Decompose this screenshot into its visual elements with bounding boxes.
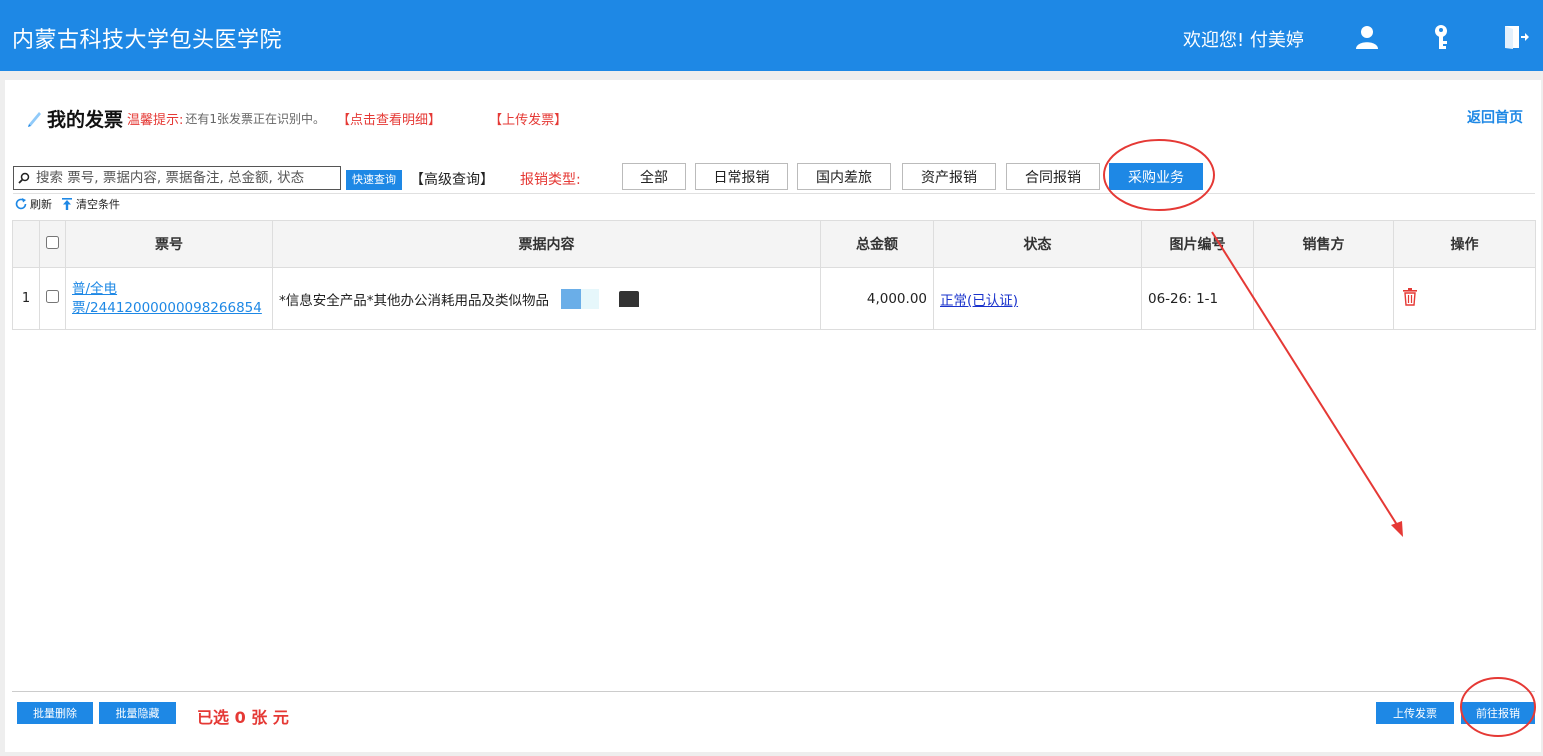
redacted-block bbox=[581, 288, 599, 309]
row-index: 1 bbox=[12, 267, 40, 330]
image-no-cell: 06-26: 1-1 bbox=[1141, 267, 1254, 330]
welcome-text: 欢迎您! 付美婷 bbox=[1183, 30, 1304, 51]
content-text: *信息安全产品*其他办公消耗用品及类似物品 bbox=[279, 292, 549, 309]
page-title: 我的发票 bbox=[47, 108, 124, 131]
tip-label: 温馨提示: bbox=[127, 112, 184, 128]
actions-cell bbox=[1393, 267, 1536, 330]
main-panel: 我的发票 温馨提示: 还有1张发票正在识别中。 【点击查看明细】 【上传发票】 … bbox=[5, 80, 1541, 752]
clear-conditions-button[interactable]: 清空条件 bbox=[60, 196, 120, 212]
batch-hide-button[interactable]: 批量隐藏 bbox=[99, 702, 176, 724]
title-row: 我的发票 温馨提示: 还有1张发票正在识别中。 【点击查看明细】 【上传发票】 bbox=[25, 105, 567, 131]
reimburse-type-label: 报销类型: bbox=[520, 172, 581, 188]
seller-cell bbox=[1253, 267, 1394, 330]
col-select-all bbox=[39, 220, 66, 268]
advanced-query-link[interactable]: 【高级查询】 bbox=[410, 169, 494, 189]
clear-label: 清空条件 bbox=[76, 198, 120, 211]
type-procurement-button[interactable]: 采购业务 bbox=[1109, 163, 1203, 190]
col-status[interactable]: 状态 bbox=[933, 220, 1142, 268]
col-invoice-no[interactable]: 票号 bbox=[65, 220, 273, 268]
search-input[interactable] bbox=[36, 170, 336, 186]
delete-icon[interactable] bbox=[1402, 287, 1418, 306]
refresh-label: 刷新 bbox=[30, 198, 52, 211]
status-cell: 正常(已认证) bbox=[933, 267, 1142, 330]
col-actions: 操作 bbox=[1393, 220, 1536, 268]
type-all-button[interactable]: 全部 bbox=[622, 163, 686, 190]
type-daily-button[interactable]: 日常报销 bbox=[695, 163, 788, 190]
col-index bbox=[12, 220, 40, 268]
pen-icon bbox=[25, 108, 45, 128]
invoice-no-link-line1[interactable]: 普/全电 bbox=[72, 280, 272, 299]
logout-icon[interactable] bbox=[1503, 24, 1529, 50]
tip-text: 还有1张发票正在识别中。 bbox=[185, 111, 326, 126]
clear-icon bbox=[62, 198, 72, 210]
status-link[interactable]: 正常(已认证) bbox=[940, 293, 1018, 309]
table-header-row: 票号 票据内容 总金额 状态 图片编号 销售方 操作 bbox=[12, 220, 1536, 268]
type-asset-button[interactable]: 资产报销 bbox=[902, 163, 996, 190]
refresh-icon bbox=[15, 198, 27, 210]
amount-cell: 4,000.00 bbox=[820, 267, 934, 330]
brand-title: 内蒙古科技大学包头医学院 bbox=[12, 28, 283, 53]
folder-icon[interactable] bbox=[619, 290, 639, 307]
col-amount[interactable]: 总金额 bbox=[820, 220, 934, 268]
back-home-link[interactable]: 返回首页 bbox=[1467, 107, 1523, 127]
goto-reimburse-button[interactable]: 前往报销 bbox=[1461, 702, 1535, 724]
content-cell: *信息安全产品*其他办公消耗用品及类似物品 bbox=[272, 267, 821, 330]
top-bar: 内蒙古科技大学包头医学院 欢迎您! 付美婷 bbox=[0, 0, 1543, 71]
selected-summary: 已选 0 张 元 bbox=[197, 708, 289, 727]
search-box bbox=[13, 166, 341, 190]
select-all-checkbox[interactable] bbox=[46, 235, 59, 249]
type-contract-button[interactable]: 合同报销 bbox=[1006, 163, 1100, 190]
footer-divider bbox=[12, 691, 1535, 692]
batch-delete-button[interactable]: 批量删除 bbox=[17, 702, 93, 724]
key-icon[interactable] bbox=[1428, 24, 1454, 50]
row-checkbox[interactable] bbox=[46, 290, 59, 303]
filter-divider bbox=[13, 193, 1535, 194]
refresh-button[interactable]: 刷新 bbox=[14, 196, 52, 212]
row-select-cell bbox=[39, 267, 66, 330]
search-icon bbox=[18, 172, 30, 184]
col-seller[interactable]: 销售方 bbox=[1253, 220, 1394, 268]
col-content[interactable]: 票据内容 bbox=[272, 220, 821, 268]
type-domestic-travel-button[interactable]: 国内差旅 bbox=[797, 163, 891, 190]
col-image-no[interactable]: 图片编号 bbox=[1141, 220, 1254, 268]
user-icon[interactable] bbox=[1354, 24, 1380, 50]
upload-invoice-link[interactable]: 【上传发票】 bbox=[489, 109, 567, 128]
invoice-table: 票号 票据内容 总金额 状态 图片编号 销售方 操作 1 普/全电 票/2441… bbox=[12, 220, 1536, 330]
invoice-no-cell: 普/全电 票/24412000000098266854 bbox=[65, 267, 273, 330]
upload-invoice-button[interactable]: 上传发票 bbox=[1376, 702, 1454, 724]
invoice-no-link-line2[interactable]: 票/24412000000098266854 bbox=[72, 299, 272, 318]
redacted-block bbox=[561, 288, 581, 309]
view-detail-link[interactable]: 【点击查看明细】 bbox=[337, 109, 441, 128]
toolbar: 刷新 清空条件 bbox=[14, 196, 128, 212]
quick-query-button[interactable]: 快速查询 bbox=[346, 170, 402, 190]
table-row: 1 普/全电 票/24412000000098266854 *信息安全产品*其他… bbox=[12, 267, 1536, 330]
